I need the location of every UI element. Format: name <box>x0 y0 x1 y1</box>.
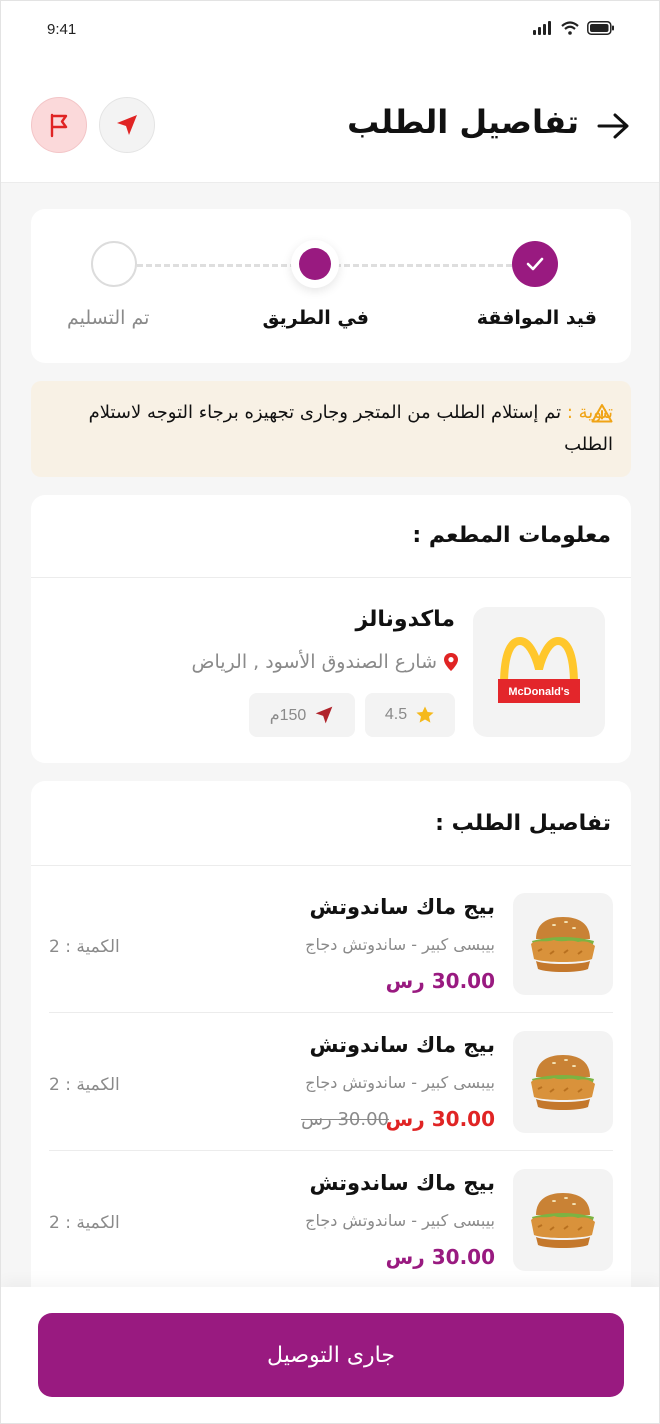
item-price: 30.00 رس <box>385 969 495 993</box>
item-old-price: 30.00 رس <box>301 1109 389 1130</box>
divider <box>31 577 631 578</box>
signal-icon <box>533 21 551 35</box>
logo-text: McDonald's <box>508 686 569 698</box>
location-pin-icon <box>444 653 458 671</box>
mcdonalds-logo-icon: McDonald's <box>498 637 580 703</box>
distance-value: 150م <box>269 707 307 724</box>
step-label-on-way: في الطريق <box>262 307 369 329</box>
item-description: بيبسى كبير - ساندوتش دجاج <box>305 1211 495 1230</box>
delivery-status-button[interactable]: جارى التوصيل <box>38 1313 624 1397</box>
step-current-dot <box>291 240 339 288</box>
warning-icon <box>591 404 613 423</box>
order-item[interactable]: بيج ماك ساندوتش بيبسى كبير - ساندوتش دجا… <box>49 1007 613 1145</box>
battery-icon <box>587 21 614 35</box>
order-item[interactable]: بيج ماك ساندوتش بيبسى كبير - ساندوتش دجا… <box>49 869 613 1007</box>
star-icon <box>416 706 434 723</box>
screen: 9:41 تفاصيل الطلب قيد الموافقة في الطريق… <box>0 0 660 1424</box>
item-price: 30.00 رس <box>385 1245 495 1269</box>
bottom-action-bar: جارى التوصيل <box>1 1287 659 1423</box>
divider <box>31 865 631 866</box>
page-title: تفاصيل الطلب <box>347 103 579 141</box>
burger-icon <box>531 1193 595 1248</box>
restaurant-logo: McDonald's <box>473 607 605 737</box>
item-price: 30.00 رس <box>385 1107 495 1131</box>
distance-chip: 150م <box>249 693 355 737</box>
step-completed-dot <box>512 241 558 287</box>
check-icon <box>526 257 544 271</box>
restaurant-address-row: شارع الصندوق الأسود , الرياض <box>192 651 460 673</box>
order-item[interactable]: بيج ماك ساندوتش بيبسى كبير - ساندوتش دجا… <box>49 1145 613 1283</box>
step-label-delivered: تم التسليم <box>67 307 150 329</box>
app-header: 9:41 تفاصيل الطلب <box>1 1 659 183</box>
status-time: 9:41 <box>47 21 77 38</box>
navigation-arrow-icon <box>315 706 333 724</box>
burger-icon <box>531 1055 595 1110</box>
step-pending-dot <box>91 241 137 287</box>
item-quantity: الكمية : 2 <box>49 1075 120 1095</box>
item-quantity: الكمية : 2 <box>49 937 120 957</box>
food-image <box>513 1031 613 1133</box>
notice-text: تنوية : تم إستلام الطلب من المتجر وجارى … <box>71 397 613 461</box>
item-name: بيج ماك ساندوتش <box>309 895 495 919</box>
restaurant-address: شارع الصندوق الأسود , الرياض <box>191 651 438 673</box>
item-quantity: الكمية : 2 <box>49 1213 120 1233</box>
restaurant-name: ماكدونالز <box>355 607 455 632</box>
item-description: بيبسى كبير - ساندوتش دجاج <box>305 1073 495 1092</box>
status-icons <box>533 21 615 35</box>
notice-banner: تنوية : تم إستلام الطلب من المتجر وجارى … <box>31 381 631 477</box>
order-section-title: تفاصيل الطلب : <box>435 811 611 836</box>
wifi-icon <box>561 21 579 35</box>
back-arrow-icon[interactable] <box>597 111 631 141</box>
order-details-card: تفاصيل الطلب : بيج ماك ساندوتش بيبسى كبي… <box>31 781 631 1301</box>
navigation-arrow-icon <box>117 115 137 135</box>
rating-value: 4.5 <box>384 706 408 723</box>
navigate-button[interactable] <box>99 97 155 153</box>
step-label-approval: قيد الموافقة <box>476 307 597 329</box>
order-status-stepper: قيد الموافقة في الطريق تم التسليم <box>31 209 631 363</box>
item-name: بيج ماك ساندوتش <box>309 1171 495 1195</box>
burger-icon <box>531 917 595 972</box>
food-image <box>513 893 613 995</box>
restaurant-section-title: معلومات المطعم : <box>412 523 611 548</box>
restaurant-card: معلومات المطعم : McDonald's ماكدونالز شا… <box>31 495 631 763</box>
flag-icon <box>50 113 68 138</box>
notice-body: تم إستلام الطلب من المتجر وجارى تجهيزه ب… <box>88 402 613 455</box>
item-description: بيبسى كبير - ساندوتش دجاج <box>305 935 495 954</box>
item-name: بيج ماك ساندوتش <box>309 1033 495 1057</box>
report-button[interactable] <box>31 97 87 153</box>
rating-chip: 4.5 <box>365 693 455 737</box>
food-image <box>513 1169 613 1271</box>
